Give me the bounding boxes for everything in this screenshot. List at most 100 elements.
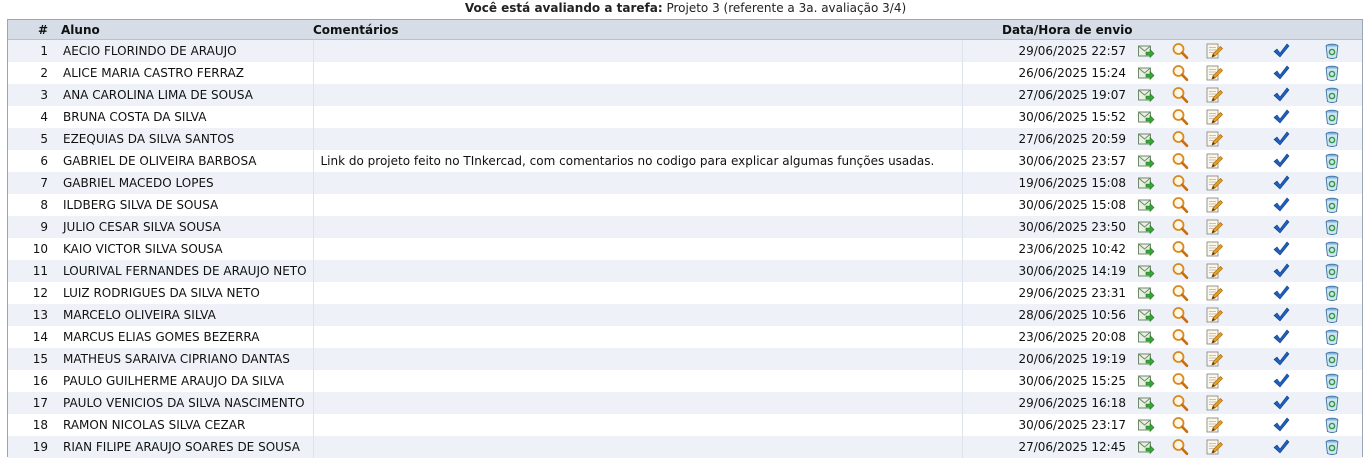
delete-icon[interactable]: [1323, 438, 1341, 456]
view-icon[interactable]: [1171, 218, 1189, 236]
edit-grade-icon[interactable]: [1205, 350, 1223, 368]
download-icon[interactable]: [1137, 240, 1155, 258]
edit-grade-icon[interactable]: [1205, 42, 1223, 60]
check-icon[interactable]: [1272, 394, 1290, 412]
delete-icon[interactable]: [1323, 196, 1341, 214]
delete-icon[interactable]: [1323, 372, 1341, 390]
view-icon[interactable]: [1171, 394, 1189, 412]
edit-grade-icon[interactable]: [1205, 306, 1223, 324]
check-icon[interactable]: [1272, 174, 1290, 192]
delete-icon[interactable]: [1323, 306, 1341, 324]
delete-icon[interactable]: [1323, 240, 1341, 258]
download-icon[interactable]: [1137, 42, 1155, 60]
download-icon[interactable]: [1137, 174, 1155, 192]
edit-grade-icon[interactable]: [1205, 64, 1223, 82]
download-icon[interactable]: [1137, 394, 1155, 412]
view-icon[interactable]: [1171, 196, 1189, 214]
download-icon[interactable]: [1137, 262, 1155, 280]
edit-grade-icon[interactable]: [1205, 416, 1223, 434]
submissions-table-container: # Aluno Comentários Data/Hora de envio 1…: [7, 19, 1363, 458]
check-icon[interactable]: [1272, 86, 1290, 104]
delete-icon[interactable]: [1323, 86, 1341, 104]
row-number: 6: [8, 150, 56, 172]
view-icon[interactable]: [1171, 86, 1189, 104]
delete-icon[interactable]: [1323, 394, 1341, 412]
download-icon[interactable]: [1137, 130, 1155, 148]
check-icon[interactable]: [1272, 416, 1290, 434]
delete-icon[interactable]: [1323, 174, 1341, 192]
check-icon[interactable]: [1272, 306, 1290, 324]
check-icon[interactable]: [1272, 42, 1290, 60]
delete-icon[interactable]: [1323, 42, 1341, 60]
download-icon[interactable]: [1137, 328, 1155, 346]
delete-icon[interactable]: [1323, 108, 1341, 126]
download-icon[interactable]: [1137, 218, 1155, 236]
delete-icon[interactable]: [1323, 262, 1341, 280]
view-icon[interactable]: [1171, 372, 1189, 390]
check-icon[interactable]: [1272, 108, 1290, 126]
check-icon[interactable]: [1272, 438, 1290, 456]
check-icon[interactable]: [1272, 350, 1290, 368]
edit-grade-icon[interactable]: [1205, 196, 1223, 214]
delete-icon[interactable]: [1323, 64, 1341, 82]
download-icon[interactable]: [1137, 350, 1155, 368]
download-icon[interactable]: [1137, 372, 1155, 390]
download-icon[interactable]: [1137, 438, 1155, 456]
view-icon[interactable]: [1171, 438, 1189, 456]
download-icon[interactable]: [1137, 86, 1155, 104]
download-icon[interactable]: [1137, 306, 1155, 324]
check-icon[interactable]: [1272, 284, 1290, 302]
delete-icon[interactable]: [1323, 350, 1341, 368]
view-icon[interactable]: [1171, 240, 1189, 258]
view-icon[interactable]: [1171, 152, 1189, 170]
edit-grade-icon[interactable]: [1205, 284, 1223, 302]
edit-grade-icon[interactable]: [1205, 218, 1223, 236]
check-icon[interactable]: [1272, 328, 1290, 346]
view-icon[interactable]: [1171, 284, 1189, 302]
download-icon[interactable]: [1137, 152, 1155, 170]
edit-grade-icon[interactable]: [1205, 86, 1223, 104]
download-icon[interactable]: [1137, 416, 1155, 434]
delete-icon[interactable]: [1323, 152, 1341, 170]
view-icon[interactable]: [1171, 64, 1189, 82]
view-icon[interactable]: [1171, 262, 1189, 280]
student-comment: [313, 128, 963, 150]
edit-grade-icon[interactable]: [1205, 262, 1223, 280]
view-icon[interactable]: [1171, 416, 1189, 434]
view-icon[interactable]: [1171, 130, 1189, 148]
edit-grade-icon[interactable]: [1205, 372, 1223, 390]
check-icon[interactable]: [1272, 372, 1290, 390]
view-icon[interactable]: [1171, 108, 1189, 126]
check-icon[interactable]: [1272, 262, 1290, 280]
check-icon[interactable]: [1272, 240, 1290, 258]
edit-grade-icon[interactable]: [1205, 108, 1223, 126]
edit-grade-icon[interactable]: [1205, 130, 1223, 148]
download-icon[interactable]: [1137, 64, 1155, 82]
check-icon[interactable]: [1272, 130, 1290, 148]
view-icon[interactable]: [1171, 174, 1189, 192]
edit-grade-icon[interactable]: [1205, 394, 1223, 412]
delete-icon[interactable]: [1323, 328, 1341, 346]
check-icon[interactable]: [1272, 218, 1290, 236]
download-icon[interactable]: [1137, 284, 1155, 302]
view-icon[interactable]: [1171, 328, 1189, 346]
download-icon[interactable]: [1137, 196, 1155, 214]
edit-grade-icon[interactable]: [1205, 240, 1223, 258]
delete-icon[interactable]: [1323, 284, 1341, 302]
student-comment: [313, 282, 963, 304]
edit-grade-icon[interactable]: [1205, 438, 1223, 456]
view-icon[interactable]: [1171, 306, 1189, 324]
edit-grade-icon[interactable]: [1205, 328, 1223, 346]
view-icon[interactable]: [1171, 350, 1189, 368]
edit-grade-icon[interactable]: [1205, 174, 1223, 192]
edit-grade-icon[interactable]: [1205, 152, 1223, 170]
download-icon[interactable]: [1137, 108, 1155, 126]
view-icon[interactable]: [1171, 42, 1189, 60]
delete-icon[interactable]: [1323, 130, 1341, 148]
check-icon[interactable]: [1272, 152, 1290, 170]
check-icon[interactable]: [1272, 196, 1290, 214]
check-icon[interactable]: [1272, 64, 1290, 82]
student-name: LUIZ RODRIGUES DA SILVA NETO: [56, 282, 314, 304]
delete-icon[interactable]: [1323, 218, 1341, 236]
delete-icon[interactable]: [1323, 416, 1341, 434]
